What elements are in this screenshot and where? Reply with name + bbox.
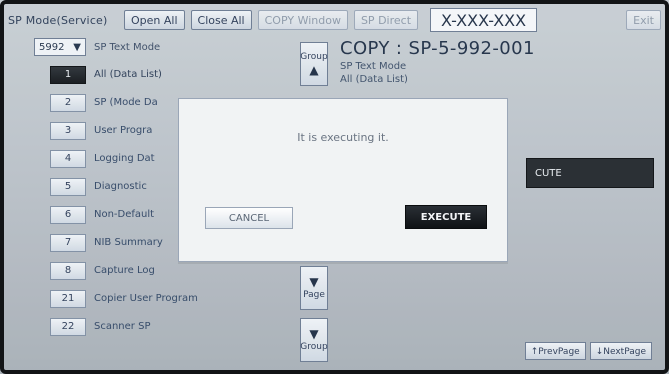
execute-confirm-dialog: It is executing it. CANCEL EXECUTE — [178, 98, 508, 262]
screen: SP Mode(Service) Open All Close All COPY… — [0, 0, 669, 374]
execute-button[interactable]: EXECUTE — [405, 205, 487, 229]
cancel-button[interactable]: CANCEL — [205, 207, 293, 229]
dialog-message: It is executing it. — [297, 131, 389, 144]
